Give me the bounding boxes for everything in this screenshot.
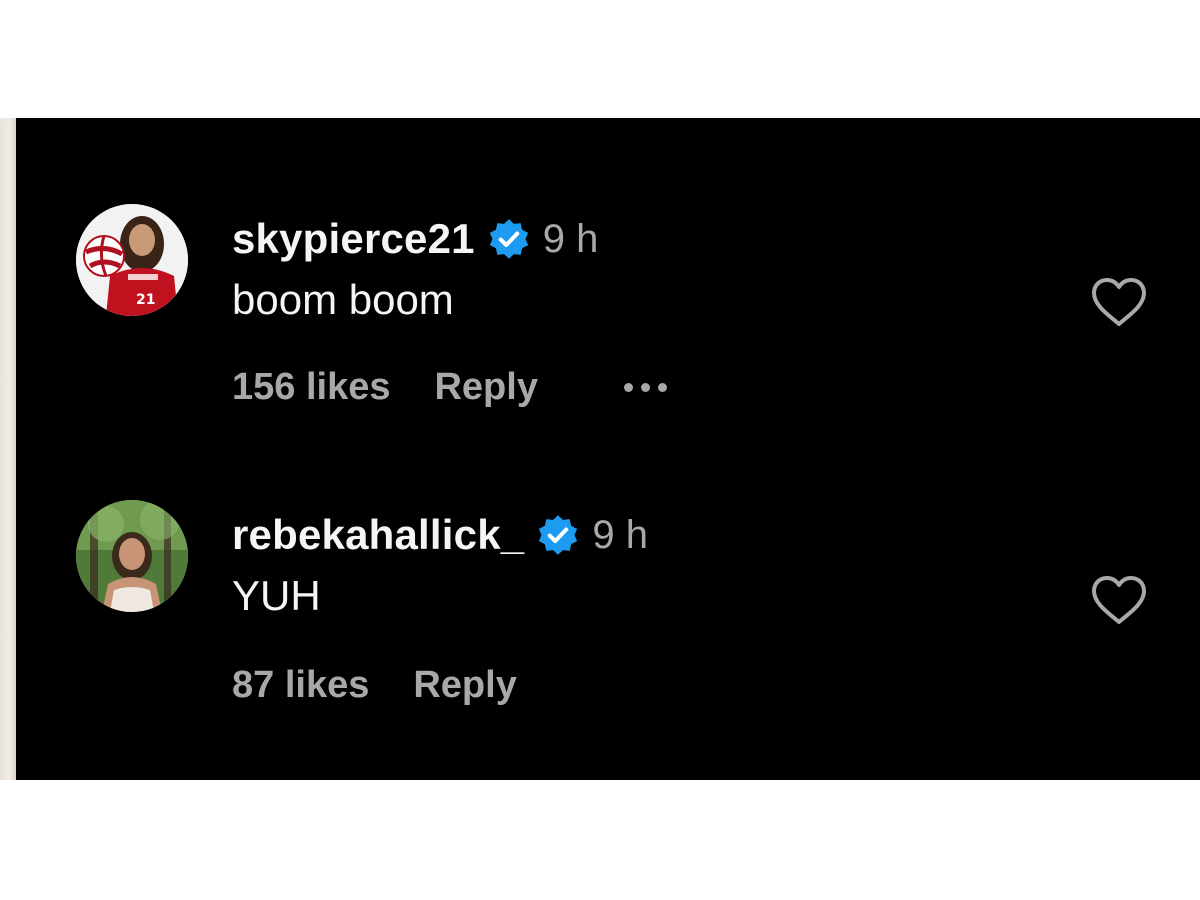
like-heart-icon[interactable] [1090, 276, 1148, 328]
like-heart-icon[interactable] [1090, 574, 1148, 626]
comment-item: 21 skypierce21 9 h boom boom 156 likes R… [16, 118, 1200, 418]
comment-actions: 87 likes Reply [232, 664, 517, 707]
avatar-photo-icon [76, 500, 188, 612]
verified-badge-icon [487, 217, 531, 261]
timestamp: 9 h [542, 216, 599, 261]
comment-header: rebekahallick_ 9 h [232, 510, 648, 560]
username-link[interactable]: skypierce21 [232, 215, 475, 263]
page: 21 skypierce21 9 h boom boom 156 likes R… [0, 0, 1200, 900]
comments-panel: 21 skypierce21 9 h boom boom 156 likes R… [16, 118, 1200, 780]
comment-text: YUH [232, 572, 321, 619]
reply-button[interactable]: Reply [434, 366, 537, 409]
likes-count[interactable]: 156 likes [232, 366, 390, 409]
avatar[interactable] [76, 500, 188, 612]
verified-badge-icon [536, 513, 580, 557]
reply-button[interactable]: Reply [413, 664, 516, 707]
timestamp: 9 h [592, 512, 648, 557]
more-options-icon[interactable] [623, 383, 667, 392]
comment-header: skypierce21 9 h [232, 214, 598, 264]
comment-item: rebekahallick_ 9 h YUH 87 likes Reply [16, 418, 1200, 780]
avatar-jersey-number: 21 [136, 292, 155, 308]
avatar[interactable]: 21 [76, 204, 188, 316]
left-background-strip [0, 118, 16, 780]
comment-text: boom boom [232, 276, 454, 323]
likes-count[interactable]: 87 likes [232, 664, 369, 707]
avatar-photo-icon: 21 [76, 204, 188, 316]
comment-actions: 156 likes Reply [232, 366, 667, 409]
username-link[interactable]: rebekahallick_ [232, 511, 524, 559]
